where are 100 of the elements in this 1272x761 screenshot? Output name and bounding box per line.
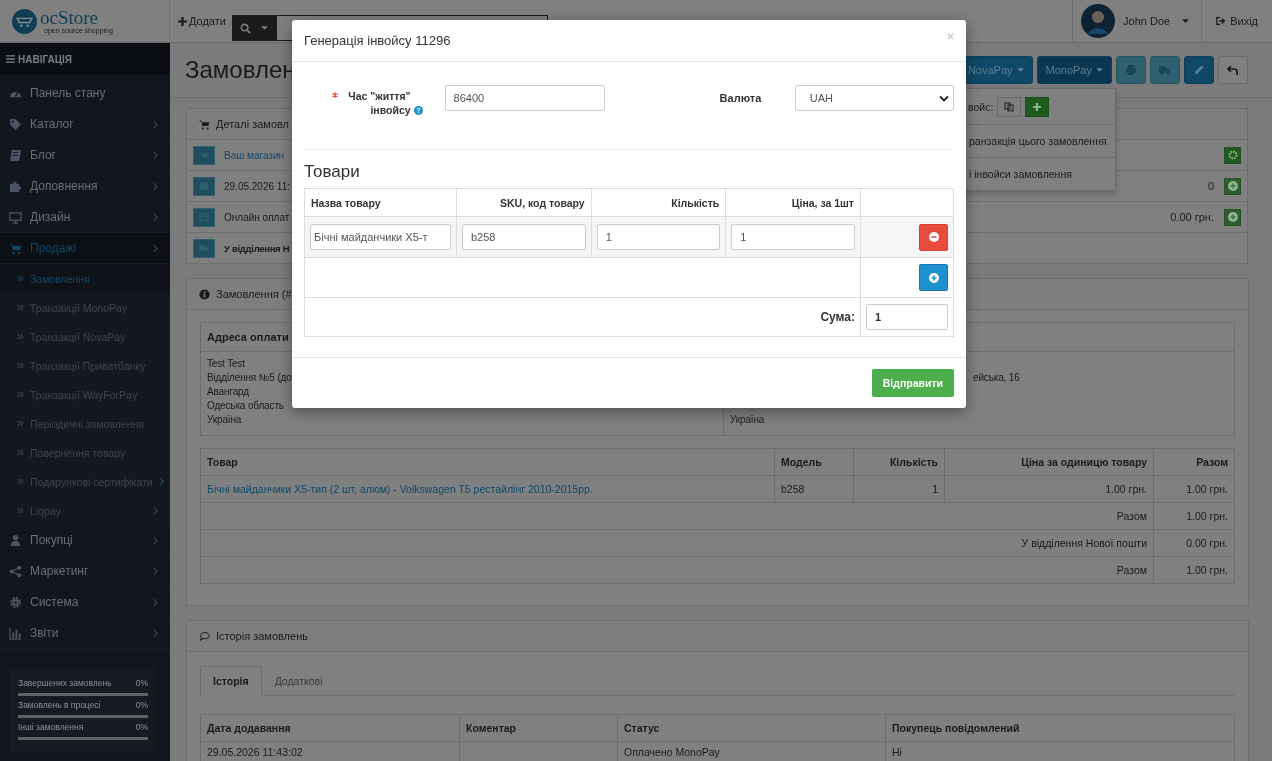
sidebar-item[interactable]: Доповнення	[0, 171, 170, 202]
sidebar-item[interactable]: Маркетинг	[0, 556, 170, 587]
tab[interactable]: Історія	[200, 666, 262, 696]
monitor-icon	[9, 210, 22, 224]
tab[interactable]: Додаткові	[261, 666, 336, 696]
caret-icon	[1182, 19, 1190, 23]
add-button[interactable]: Додати	[176, 11, 228, 31]
add-button[interactable]	[1224, 177, 1241, 195]
chevron-icon	[153, 566, 158, 576]
logo-icon	[12, 8, 37, 34]
tag-icon	[9, 117, 22, 131]
price-field[interactable]: 1	[731, 224, 855, 250]
book-icon	[9, 148, 22, 162]
chevron-icon	[153, 181, 158, 191]
sidebar-item[interactable]: Панель стану	[0, 78, 170, 109]
chevron-icon	[153, 506, 158, 515]
table-cell: b258	[774, 475, 854, 503]
stat-label: Завершених замовлень	[18, 678, 112, 688]
edit-button[interactable]	[1184, 56, 1214, 84]
logout-button[interactable]: Вихід	[1201, 0, 1272, 42]
table-header: Модель	[774, 448, 854, 476]
help-icon	[413, 106, 423, 115]
table-cell: 0.00 грн.	[1153, 529, 1235, 557]
caret-icon	[260, 26, 268, 30]
double-chevron-icon	[17, 478, 24, 485]
store-link[interactable]: Ваш магазин	[224, 149, 285, 161]
plus-icon	[178, 16, 187, 26]
menu-icon	[6, 55, 15, 63]
payment-dropdown-button[interactable]: MonoPay	[1036, 56, 1112, 84]
panel-title: Історія замовлень	[216, 630, 308, 642]
add-invoice-button[interactable]	[1025, 96, 1050, 117]
table-header: Статус	[617, 714, 886, 742]
stat-value: 0%	[135, 678, 148, 688]
currency-select[interactable]: UAH	[794, 85, 954, 111]
field-label: Валюта	[719, 92, 763, 104]
table-header: Назва товару	[304, 188, 457, 217]
sidebar-subitem[interactable]: Замовлення	[0, 264, 170, 293]
table-header: Ціна за одиницю товару	[944, 448, 1154, 476]
copy-button[interactable]	[997, 96, 1022, 117]
table-header: Кількість	[591, 188, 726, 217]
stat-value: 0%	[135, 722, 148, 732]
plus-circle-icon	[1227, 181, 1238, 191]
gear-icon	[1227, 150, 1238, 160]
panel-title: Замовлення (#	[216, 288, 292, 300]
table-header: Ціна, за 1шт	[725, 188, 861, 217]
double-chevron-icon	[17, 275, 24, 282]
add-button[interactable]	[1224, 208, 1241, 226]
double-chevron-icon	[17, 333, 24, 340]
printer-icon	[1125, 64, 1137, 76]
stat-label: Інші замовлення	[18, 722, 84, 732]
user-menu[interactable]: John Doe	[1072, 0, 1202, 42]
search-button[interactable]	[231, 15, 276, 41]
nav-title: НАВІГАЦІЯ	[18, 53, 72, 65]
plus-icon	[1032, 101, 1043, 112]
product-link[interactable]: Бічні майданчики X5-тип (2 шт, алюм) - Volkswagen T5 рестайлінг 2010-2015рр.	[200, 475, 775, 503]
address-line: Україна	[207, 413, 243, 427]
sidebar-item[interactable]: Продажі	[0, 233, 170, 264]
plus-circle-icon	[1227, 212, 1238, 222]
sidebar-item[interactable]: Каталог	[0, 109, 170, 140]
menu-label: войс:	[968, 100, 994, 113]
lifetime-field[interactable]: 86400	[444, 85, 605, 111]
table-cell: У відділення Нової пошти	[200, 529, 1154, 557]
sidebar-item[interactable]: Звіти	[0, 618, 170, 649]
quantity-field[interactable]: 1	[596, 224, 721, 250]
minus-circle-icon	[928, 232, 939, 242]
table-cell: 1.00 грн.	[1153, 502, 1235, 530]
table-header: SKU, код товару	[456, 188, 592, 217]
add-row-button[interactable]	[919, 264, 948, 291]
submit-button[interactable]: Відправити	[871, 369, 954, 397]
stat-value: 0%	[135, 700, 148, 710]
table-header: Коментар	[459, 714, 618, 742]
share-icon	[9, 564, 22, 578]
sku-field[interactable]: b258	[462, 224, 586, 250]
table-header: Дата додавання	[200, 714, 460, 742]
sidebar-item[interactable]: Покупці	[0, 525, 170, 556]
bar-chart-icon	[9, 626, 22, 640]
back-button[interactable]	[1218, 56, 1248, 84]
double-chevron-icon	[17, 449, 24, 456]
caret-icon	[1016, 68, 1024, 72]
stat-label: Замовлень в процесі	[18, 700, 101, 710]
info-icon	[199, 288, 210, 300]
double-chevron-icon	[17, 304, 24, 311]
double-chevron-icon	[17, 362, 24, 369]
chevron-icon	[153, 243, 158, 253]
avatar-icon	[1081, 4, 1116, 38]
chevron-icon	[153, 212, 158, 222]
sidebar-item[interactable]: Система	[0, 587, 170, 618]
product-name-field[interactable]: Бічні майданчики X5-т	[310, 224, 451, 250]
logo-text: ocStore	[40, 8, 100, 27]
sum-field[interactable]: 1	[866, 304, 948, 330]
address-line: Україна	[730, 413, 766, 427]
pencil-icon	[1193, 64, 1205, 76]
puzzle-icon	[9, 179, 22, 193]
option-value: 0.00 грн.	[1170, 211, 1214, 223]
table-cell: 29.05.2026 11:43:02	[200, 741, 460, 761]
detail-text: 29.05.2026 11:	[224, 180, 290, 192]
detail-text: У відділення Н	[224, 242, 290, 254]
sidebar-item[interactable]: Блог	[0, 140, 170, 171]
remove-button[interactable]	[919, 223, 948, 251]
settings-button[interactable]	[1224, 146, 1241, 164]
